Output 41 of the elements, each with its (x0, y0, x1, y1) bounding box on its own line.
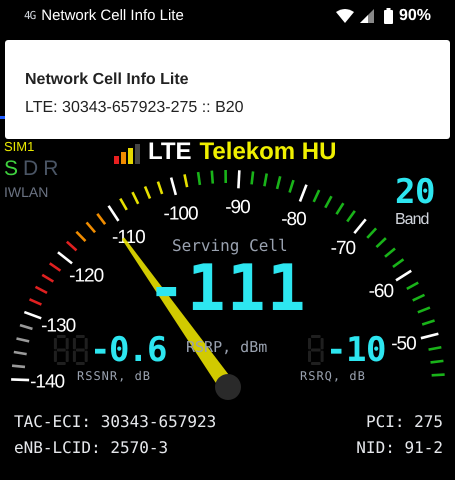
cell-info-text: eNB-LCID: 2570-3 (14, 437, 170, 459)
band-label: Band (395, 210, 428, 230)
mode-indicator: R (43, 156, 58, 182)
rsrq-reading: -10 (326, 333, 386, 367)
scale-label: -100 (164, 203, 198, 224)
wifi-icon (336, 9, 354, 23)
operator-name: Telekom HU (200, 140, 336, 164)
scale-label: -80 (281, 209, 306, 230)
rssnr-reading: -0.6 (90, 333, 166, 367)
scale-label: -110 (112, 226, 145, 248)
cell-info-text: NID: 91-2 (356, 437, 443, 459)
mode-indicator: D (23, 156, 38, 182)
unlit-digits-drawing (52, 333, 90, 367)
notification-text: LTE: 30343-657923-275 :: B20 (25, 98, 245, 118)
scale-label: -90 (225, 197, 250, 218)
scale-label: -50 (391, 334, 416, 355)
mode-indicator: S (4, 156, 18, 182)
signal-bars-icon (114, 144, 140, 164)
app-name: Network Cell Info Lite (41, 6, 184, 26)
battery-percentage: 90% (398, 6, 431, 26)
scale-label: -60 (368, 281, 394, 302)
iwlan-label: IWLAN (4, 183, 48, 202)
cell-info-text: PCI: 275 (366, 411, 443, 433)
rsrp-reading: -111 (147, 258, 308, 320)
unlit-digits-drawing (306, 333, 326, 367)
sim-label: SIM1 (4, 140, 34, 153)
notification-title: Network Cell Info Lite (25, 70, 190, 90)
cell-info-text: TAC-ECI: 30343-657923 (14, 411, 216, 433)
rsrq-unit: RSRQ, dB (300, 368, 366, 385)
needle-hub (215, 374, 241, 400)
scale-label: -130 (41, 316, 76, 336)
scale-label: -140 (30, 372, 64, 393)
technology-label: LTE (148, 140, 192, 164)
gauge-title: Serving Cell (172, 235, 288, 257)
network-type-indicator: 4G (24, 8, 36, 24)
band-reading: 20 (395, 176, 436, 208)
scale-label: -70 (330, 238, 356, 260)
rssnr-unit: RSSNR, dB (77, 368, 152, 385)
battery-icon (384, 8, 393, 24)
signal-icon (360, 9, 374, 23)
scale-label: -120 (69, 266, 104, 287)
